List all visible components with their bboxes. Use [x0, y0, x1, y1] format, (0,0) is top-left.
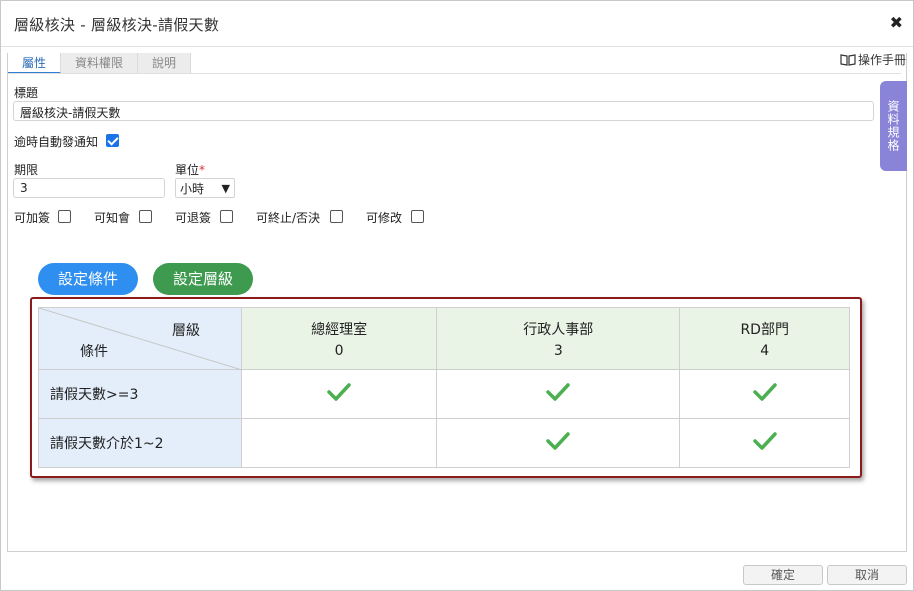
- column-name: 行政人事部: [523, 321, 594, 338]
- matrix-row: 請假天數>=3: [38, 369, 850, 419]
- title-field[interactable]: 層級核決-請假天數: [13, 101, 874, 121]
- corner-condition-label: 條件: [80, 344, 108, 360]
- option-add-sign-checkbox[interactable]: [58, 210, 71, 223]
- row-condition[interactable]: 請假天數>=3: [38, 369, 242, 419]
- required-marker: *: [199, 163, 206, 177]
- tab-divider: [8, 73, 901, 74]
- column-level: 0: [334, 342, 344, 359]
- deadline-label: 期限: [14, 163, 39, 177]
- diagonal-divider: [39, 308, 242, 370]
- set-condition-button[interactable]: 設定條件: [38, 263, 138, 295]
- close-icon[interactable]: ✖: [890, 13, 903, 32]
- checkmark-icon: [752, 383, 777, 401]
- checkmark-icon: [327, 383, 351, 401]
- unit-label: 單位*: [175, 161, 205, 178]
- tab-data-permissions[interactable]: 資料權限: [61, 53, 139, 74]
- unit-select[interactable]: 小時 ▼: [175, 178, 235, 198]
- manual-link-label: 操作手冊: [857, 53, 906, 67]
- column-header[interactable]: 總經理室 0: [240, 307, 438, 370]
- column-level: 3: [553, 342, 563, 359]
- matrix-cell[interactable]: [436, 418, 681, 468]
- corner-level-label: 層級: [172, 323, 200, 339]
- book-icon: [840, 53, 856, 66]
- title-label: 標題: [14, 86, 39, 100]
- option-add-sign-label: 可加簽: [14, 211, 51, 225]
- matrix-row: 請假天數介於1~2: [38, 418, 850, 468]
- matrix-header-row: 層級 條件 總經理室 0 行政人事部 3 RD部門 4: [38, 307, 850, 370]
- confirm-button[interactable]: 確定: [743, 565, 823, 585]
- option-modify-label: 可修改: [366, 211, 403, 225]
- approval-matrix: 層級 條件 總經理室 0 行政人事部 3 RD部門 4 請假天數>=3 請假天數…: [38, 307, 850, 468]
- manual-link[interactable]: 操作手冊: [840, 51, 906, 68]
- row-condition[interactable]: 請假天數介於1~2: [38, 418, 242, 468]
- option-modify-checkbox[interactable]: [411, 210, 424, 223]
- column-header[interactable]: RD部門 4: [679, 307, 850, 370]
- option-return-label: 可退簽: [175, 211, 212, 225]
- column-level: 4: [760, 342, 770, 359]
- set-level-button[interactable]: 設定層級: [153, 263, 253, 295]
- title-bar: 層級核決 - 層級核決-請假天數 ✖: [1, 1, 913, 47]
- option-return-checkbox[interactable]: [220, 210, 233, 223]
- checkmark-icon: [546, 432, 571, 450]
- option-notify-label: 可知會: [94, 211, 131, 225]
- matrix-corner-cell: 層級 條件: [38, 307, 242, 370]
- option-terminate-label: 可終止/否決: [256, 211, 321, 225]
- deadline-field[interactable]: 3: [13, 178, 165, 198]
- column-name: 總經理室: [311, 321, 368, 338]
- auto-notify-checkbox[interactable]: [106, 134, 119, 147]
- option-notify-checkbox[interactable]: [139, 210, 152, 223]
- unit-label-text: 單位: [175, 163, 200, 177]
- matrix-cell[interactable]: [240, 369, 438, 419]
- matrix-cell[interactable]: [240, 418, 438, 468]
- tab-properties[interactable]: 屬性: [8, 53, 62, 74]
- matrix-cell[interactable]: [679, 418, 850, 468]
- unit-select-value: 小時: [180, 181, 205, 196]
- tab-description[interactable]: 說明: [138, 53, 192, 74]
- checkmark-icon: [752, 432, 777, 450]
- option-terminate-checkbox[interactable]: [330, 210, 343, 223]
- column-name: RD部門: [740, 321, 789, 338]
- matrix-cell[interactable]: [679, 369, 850, 419]
- matrix-cell[interactable]: [436, 369, 681, 419]
- column-header[interactable]: 行政人事部 3: [436, 307, 681, 370]
- tab-bar: 屬性 資料權限 說明: [8, 53, 192, 74]
- dialog-title: 層級核決 - 層級核決-請假天數: [14, 16, 220, 34]
- checkmark-icon: [546, 383, 571, 401]
- auto-notify-label: 逾時自動發通知: [14, 135, 99, 149]
- dropdown-arrow-icon: ▼: [221, 181, 230, 195]
- side-tab-data-spec[interactable]: 資料規格: [880, 81, 907, 171]
- cancel-button[interactable]: 取消: [827, 565, 907, 585]
- dialog-window: 層級核決 - 層級核決-請假天數 ✖ 屬性 資料權限 說明 操作手冊 資料規格 …: [0, 0, 914, 591]
